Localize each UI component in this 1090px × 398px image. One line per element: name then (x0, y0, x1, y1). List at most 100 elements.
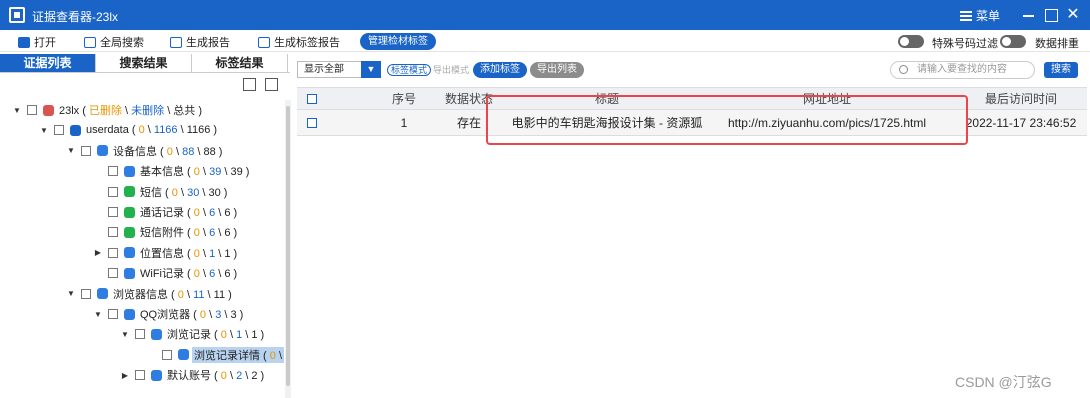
dedupe-toggle[interactable] (1000, 35, 1026, 48)
tree-node[interactable]: 浏览记录详情 ( 0 \ (147, 345, 285, 365)
tree-tools (243, 78, 278, 91)
watermark: CSDN @汀弦G (955, 374, 1052, 390)
tree-node[interactable]: ▼ 浏览器信息 ( 0 \ 11 \ 11 ) (66, 284, 234, 304)
tree-node-label: 通话记录 ( 0 \ 6 \ 6 ) (140, 207, 238, 219)
column-last-visit[interactable]: 最后访问时间 (957, 88, 1085, 109)
node-icon (124, 267, 135, 279)
folder-open-icon (18, 36, 30, 48)
open-button[interactable]: 打开 (18, 34, 56, 50)
list-toolbar: 显示全部 ▼ 标签模式 导出模式 添加标签 导出列表 请输入要查找的内容 搜索 (297, 58, 1087, 82)
tree-node-label: 浏览器信息 ( 0 \ 11 \ 11 ) (113, 288, 232, 301)
tree-node-label: 浏览记录 ( 0 \ 1 \ 1 ) (167, 329, 265, 342)
mode-switch[interactable]: 标签模式 导出模式 (387, 63, 469, 76)
search-input[interactable]: 请输入要查找的内容 (890, 61, 1035, 79)
export-mode-option[interactable]: 导出模式 (433, 65, 469, 75)
tree-node-label: 短信附件 ( 0 \ 6 \ 6 ) (140, 227, 238, 240)
cell-index: 1 (400, 115, 408, 130)
tree-node[interactable]: ▶ 默认账号 ( 0 \ 2 \ 2 ) (120, 365, 266, 385)
expand-arrow-icon[interactable]: ▼ (93, 310, 103, 319)
generate-tag-report-button[interactable]: 生成标签报告 (258, 34, 340, 50)
menu-label: 菜单 (976, 9, 1001, 23)
expand-all-icon[interactable] (243, 78, 256, 91)
collapse-all-icon[interactable] (265, 78, 278, 91)
expand-arrow-icon[interactable]: ▼ (66, 289, 76, 298)
tag-mode-option[interactable]: 标签模式 (387, 64, 432, 76)
expand-arrow-icon[interactable]: ▼ (39, 126, 49, 135)
tree-node[interactable]: 基本信息 ( 0 \ 39 \ 39 ) (93, 161, 251, 181)
tree-checkbox[interactable] (108, 268, 118, 279)
tree-checkbox[interactable] (81, 288, 91, 299)
special-number-filter-toggle[interactable] (898, 35, 924, 48)
tree-node[interactable]: ▼ 设备信息 ( 0 \ 88 \ 88 ) (66, 141, 224, 161)
generate-report-button[interactable]: 生成报告 (170, 34, 230, 50)
special-number-filter-label: 特殊号码过滤 (932, 38, 998, 50)
manage-tags-button[interactable]: 管理检材标签 (360, 33, 436, 50)
tree-node[interactable]: 通话记录 ( 0 \ 6 \ 6 ) (93, 202, 239, 222)
tag-icon (258, 36, 270, 48)
search-doc-icon (84, 36, 96, 48)
maximize-button[interactable] (1040, 4, 1062, 26)
tree-node[interactable]: 短信附件 ( 0 \ 6 \ 6 ) (93, 222, 239, 242)
select-all-checkbox[interactable] (305, 88, 319, 109)
expand-arrow-icon[interactable]: ▼ (66, 146, 76, 155)
expand-arrow-icon[interactable]: ▶ (93, 248, 103, 257)
node-icon (151, 369, 162, 381)
tree-scrollbar[interactable] (285, 100, 291, 398)
tree-checkbox[interactable] (108, 166, 118, 177)
add-tag-button[interactable]: 添加标签 (473, 62, 527, 78)
tab-search-results[interactable]: 搜索结果 (96, 54, 192, 72)
search-button[interactable]: 搜索 (1044, 62, 1078, 78)
tree-node[interactable]: ▼ 浏览记录 ( 0 \ 1 \ 1 ) (120, 324, 266, 344)
tree-node-label: 短信 ( 0 \ 30 \ 30 ) (140, 186, 228, 199)
tree-checkbox[interactable] (27, 105, 37, 115)
close-button[interactable]: ✕ (1062, 4, 1084, 26)
node-icon (124, 308, 135, 320)
tree-checkbox[interactable] (108, 247, 118, 258)
expand-arrow-icon[interactable]: ▶ (120, 371, 130, 380)
search-icon (899, 65, 908, 74)
expand-arrow-icon[interactable]: ▼ (12, 106, 22, 115)
tree-node[interactable]: 短信 ( 0 \ 30 \ 30 ) (93, 182, 229, 202)
node-icon (124, 186, 135, 198)
tree-checkbox[interactable] (108, 186, 118, 197)
tree-node[interactable]: ▼ QQ浏览器 ( 0 \ 3 \ 3 ) (93, 304, 245, 324)
app-icon (9, 7, 25, 23)
minimize-button[interactable] (1018, 4, 1040, 26)
tree-checkbox[interactable] (108, 309, 118, 319)
tree-node[interactable]: WiFi记录 ( 0 \ 6 \ 6 ) (93, 263, 239, 283)
export-list-button[interactable]: 导出列表 (530, 62, 584, 78)
menu-button[interactable]: 菜单 (960, 7, 1000, 24)
tree-node-label: 位置信息 ( 0 \ 1 \ 1 ) (140, 247, 238, 260)
display-filter-select[interactable]: 显示全部 ▼ (297, 61, 381, 78)
node-icon (97, 145, 108, 157)
tree-node-label: 浏览记录详情 ( 0 \ (192, 346, 285, 363)
tree-checkbox[interactable] (108, 227, 118, 238)
node-icon (124, 206, 135, 218)
expand-arrow-icon[interactable]: ▼ (120, 330, 130, 339)
tree-checkbox[interactable] (81, 145, 91, 156)
chevron-down-icon[interactable]: ▼ (361, 61, 381, 78)
node-icon (124, 226, 135, 238)
tree-checkbox[interactable] (135, 329, 145, 340)
tree-node[interactable]: ▼ 23lx ( 已删除 \ 未删除 \ 总共 ) (12, 100, 204, 120)
node-icon (43, 104, 54, 116)
left-tab-strip: 证据列表 搜索结果 标签结果 (0, 54, 290, 73)
tree-checkbox[interactable] (108, 207, 118, 217)
window-title: 证据查看器-23lx (32, 10, 119, 24)
tab-tag-results[interactable]: 标签结果 (192, 54, 288, 72)
node-icon (178, 349, 189, 361)
tree-checkbox[interactable] (54, 125, 64, 136)
row-checkbox[interactable] (305, 110, 319, 135)
tree-node[interactable]: ▶ 位置信息 ( 0 \ 1 \ 1 ) (93, 243, 239, 263)
column-index[interactable]: 序号 (367, 88, 441, 109)
title-bar: 证据查看器-23lx 菜单 ✕ (0, 0, 1090, 30)
tree-checkbox[interactable] (162, 349, 172, 360)
tab-evidence-list[interactable]: 证据列表 (0, 54, 96, 72)
tree-node[interactable]: ▼ userdata ( 0 \ 1166 \ 1166 ) (39, 120, 219, 140)
global-search-button[interactable]: 全局搜索 (84, 34, 144, 50)
tree-node-label: 23lx ( 已删除 \ 未删除 \ 总共 ) (59, 105, 203, 117)
node-icon (70, 124, 81, 136)
node-icon (124, 247, 135, 259)
toolbar: 打开 全局搜索 生成报告 生成标签报告 管理检材标签 特殊号码过滤 数据排重 (0, 30, 1090, 52)
tree-checkbox[interactable] (135, 370, 145, 381)
